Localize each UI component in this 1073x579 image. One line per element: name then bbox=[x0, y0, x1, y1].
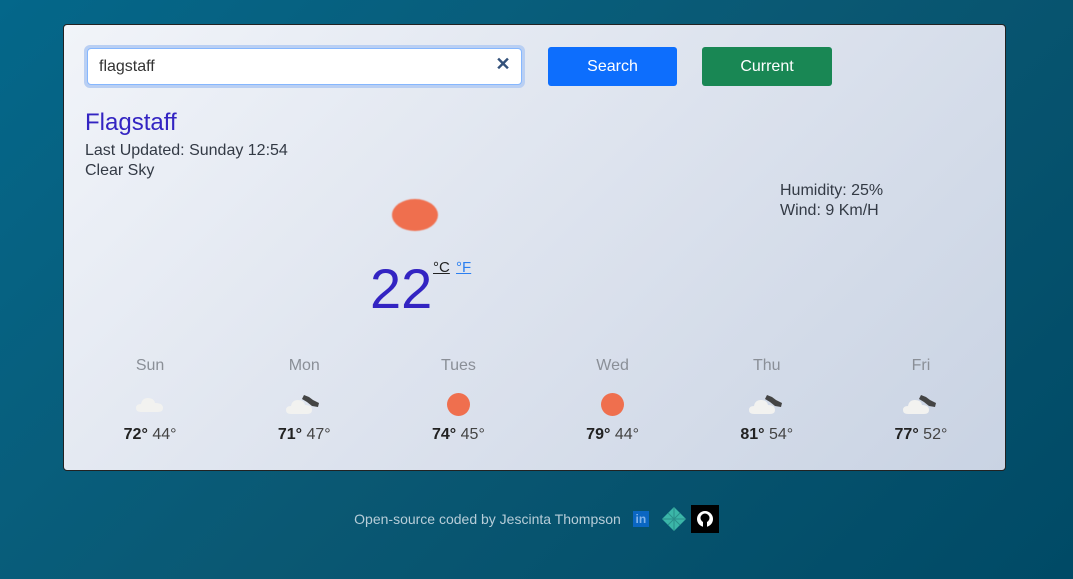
footer-credit: Open-source coded by Jescinta Thompson bbox=[354, 511, 621, 527]
forecast-day-name: Mon bbox=[288, 357, 320, 374]
forecast-high: 81° bbox=[740, 426, 765, 443]
celsius-link[interactable]: °C bbox=[433, 259, 450, 276]
forecast-day: Tues 74° 45° bbox=[381, 357, 535, 444]
forecast: Sun 72° 44° Mon 71° 47° Tues 74° 45° Wed… bbox=[73, 357, 998, 444]
current-temperature: 22 bbox=[370, 257, 433, 320]
forecast-low: 52° bbox=[923, 426, 948, 443]
netlify-icon[interactable] bbox=[661, 506, 687, 532]
cloud-icon bbox=[73, 392, 227, 416]
forecast-day-name: Wed bbox=[596, 357, 629, 374]
forecast-day: Thu 81° 54° bbox=[690, 357, 844, 444]
github-icon[interactable] bbox=[690, 505, 719, 533]
forecast-day-name: Fri bbox=[911, 357, 931, 374]
city-name: Flagstaff bbox=[85, 109, 177, 136]
forecast-day: Fri 77° 52° bbox=[844, 357, 998, 444]
partly-cloudy-dark-icon bbox=[844, 392, 998, 416]
forecast-day: Sun 72° 44° bbox=[73, 357, 227, 444]
forecast-day: Mon 71° 47° bbox=[227, 357, 381, 444]
forecast-high: 74° bbox=[432, 426, 457, 443]
partly-cloudy-dark-icon bbox=[227, 392, 381, 416]
forecast-high: 79° bbox=[586, 426, 611, 443]
forecast-low: 44° bbox=[152, 426, 177, 443]
weather-card: ✕ Search Current Flagstaff Last Updated:… bbox=[63, 24, 1006, 471]
forecast-high: 72° bbox=[123, 426, 148, 443]
linkedin-icon[interactable]: in bbox=[632, 511, 649, 527]
forecast-low: 45° bbox=[460, 426, 485, 443]
unit-toggle: °C °F bbox=[433, 259, 471, 276]
forecast-low: 54° bbox=[769, 426, 794, 443]
current-location-button[interactable]: Current bbox=[702, 47, 832, 86]
city-search-input[interactable] bbox=[87, 48, 522, 85]
sun-icon bbox=[392, 199, 438, 231]
forecast-high: 71° bbox=[277, 426, 303, 443]
humidity: Humidity: 25% bbox=[780, 182, 884, 199]
weather-description: Clear Sky bbox=[85, 162, 155, 179]
forecast-low: 47° bbox=[306, 426, 331, 443]
search-field-wrapper: ✕ bbox=[84, 45, 525, 88]
fahrenheit-link[interactable]: °F bbox=[456, 259, 471, 276]
forecast-high: 77° bbox=[894, 426, 919, 443]
partly-cloudy-dark-icon bbox=[690, 392, 844, 416]
close-icon[interactable]: ✕ bbox=[495, 55, 511, 73]
forecast-day-name: Tues bbox=[440, 357, 476, 374]
footer: Open-source coded by Jescinta Thompson i… bbox=[0, 505, 1073, 533]
forecast-day-name: Thu bbox=[752, 357, 781, 374]
wind-speed: Wind: 9 Km/H bbox=[780, 202, 879, 219]
forecast-low: 44° bbox=[614, 426, 640, 443]
sun-icon bbox=[381, 392, 535, 416]
sun-icon bbox=[536, 392, 690, 416]
forecast-day: Wed 79° 44° bbox=[536, 357, 690, 444]
search-button[interactable]: Search bbox=[548, 47, 677, 86]
forecast-day-name: Sun bbox=[135, 357, 165, 374]
weather-details: Humidity: 25% Wind: 9 Km/H bbox=[780, 181, 883, 221]
last-updated: Last Updated: Sunday 12:54 bbox=[85, 142, 288, 159]
